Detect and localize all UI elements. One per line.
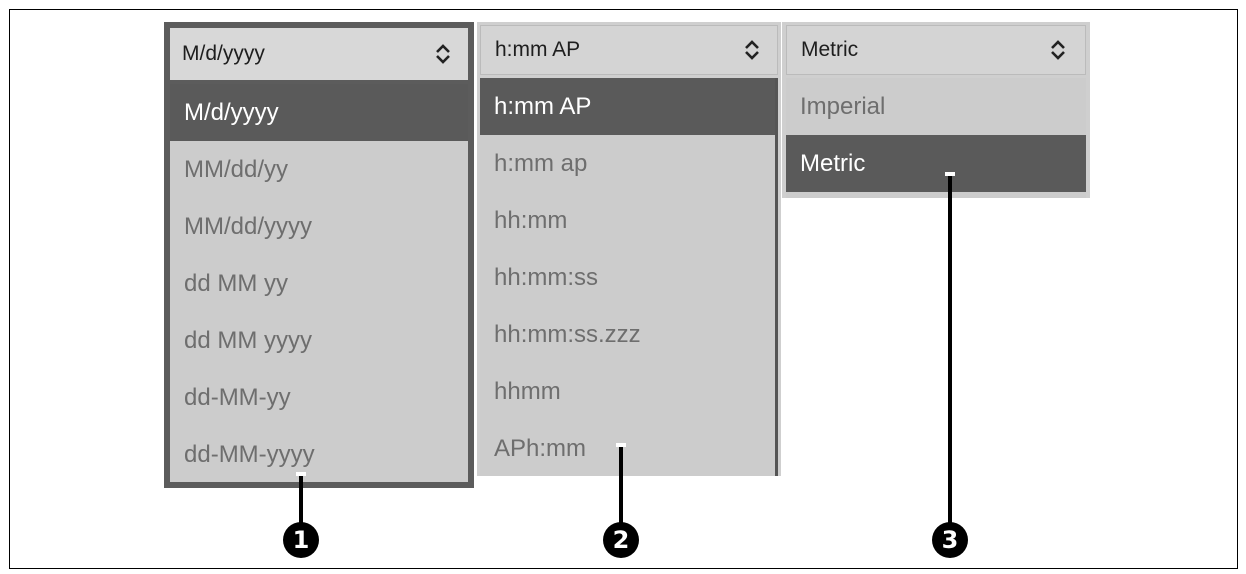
callout-3: 3: [932, 522, 968, 558]
date-format-options: M/d/yyyy MM/dd/yy MM/dd/yyyy dd MM yy dd…: [170, 84, 468, 482]
units-option[interactable]: Metric: [786, 135, 1086, 192]
date-format-option[interactable]: dd MM yyyy: [170, 312, 468, 369]
units-select[interactable]: Metric: [786, 25, 1086, 75]
callout-leader-1: [296, 472, 306, 528]
units-option[interactable]: Imperial: [786, 78, 1086, 135]
chevron-up-down-icon: [1051, 40, 1065, 60]
time-format-option[interactable]: h:mm AP: [480, 78, 775, 135]
callout-2: 2: [603, 522, 639, 558]
time-format-option[interactable]: hh:mm:ss: [480, 249, 775, 306]
date-format-dropdown: M/d/yyyy M/d/yyyy MM/dd/yy MM/dd/yyyy dd…: [164, 22, 474, 488]
time-format-option[interactable]: APh:mm: [480, 420, 775, 477]
date-format-option[interactable]: MM/dd/yy: [170, 141, 468, 198]
time-format-value: h:mm AP: [495, 38, 581, 61]
date-format-option[interactable]: dd-MM-yyyy: [170, 426, 468, 483]
time-format-option[interactable]: h:mm ap: [480, 135, 775, 192]
time-format-select[interactable]: h:mm AP: [480, 25, 778, 75]
time-format-option[interactable]: hh:mm:ss.zzz: [480, 306, 775, 363]
units-options: Imperial Metric: [786, 78, 1086, 198]
time-format-options: h:mm AP h:mm ap hh:mm hh:mm:ss hh:mm:ss.…: [480, 78, 778, 476]
time-format-option[interactable]: hhmm: [480, 363, 775, 420]
date-format-option[interactable]: MM/dd/yyyy: [170, 198, 468, 255]
chevron-up-down-icon: [436, 44, 450, 64]
date-format-value: M/d/yyyy: [182, 42, 265, 65]
time-format-dropdown: h:mm AP h:mm AP h:mm ap hh:mm hh:mm:ss h…: [477, 22, 781, 476]
callout-leader-3: [945, 172, 955, 528]
date-format-option[interactable]: dd-MM-yy: [170, 369, 468, 426]
date-format-option[interactable]: dd MM yy: [170, 255, 468, 312]
date-format-option[interactable]: M/d/yyyy: [170, 84, 468, 141]
chevron-up-down-icon: [745, 40, 759, 60]
units-dropdown: Metric Imperial Metric: [782, 22, 1090, 198]
time-format-option[interactable]: hh:mm: [480, 192, 775, 249]
date-format-select[interactable]: M/d/yyyy: [170, 28, 468, 80]
callout-1: 1: [283, 522, 319, 558]
units-value: Metric: [801, 38, 859, 61]
callout-leader-2: [616, 443, 626, 529]
